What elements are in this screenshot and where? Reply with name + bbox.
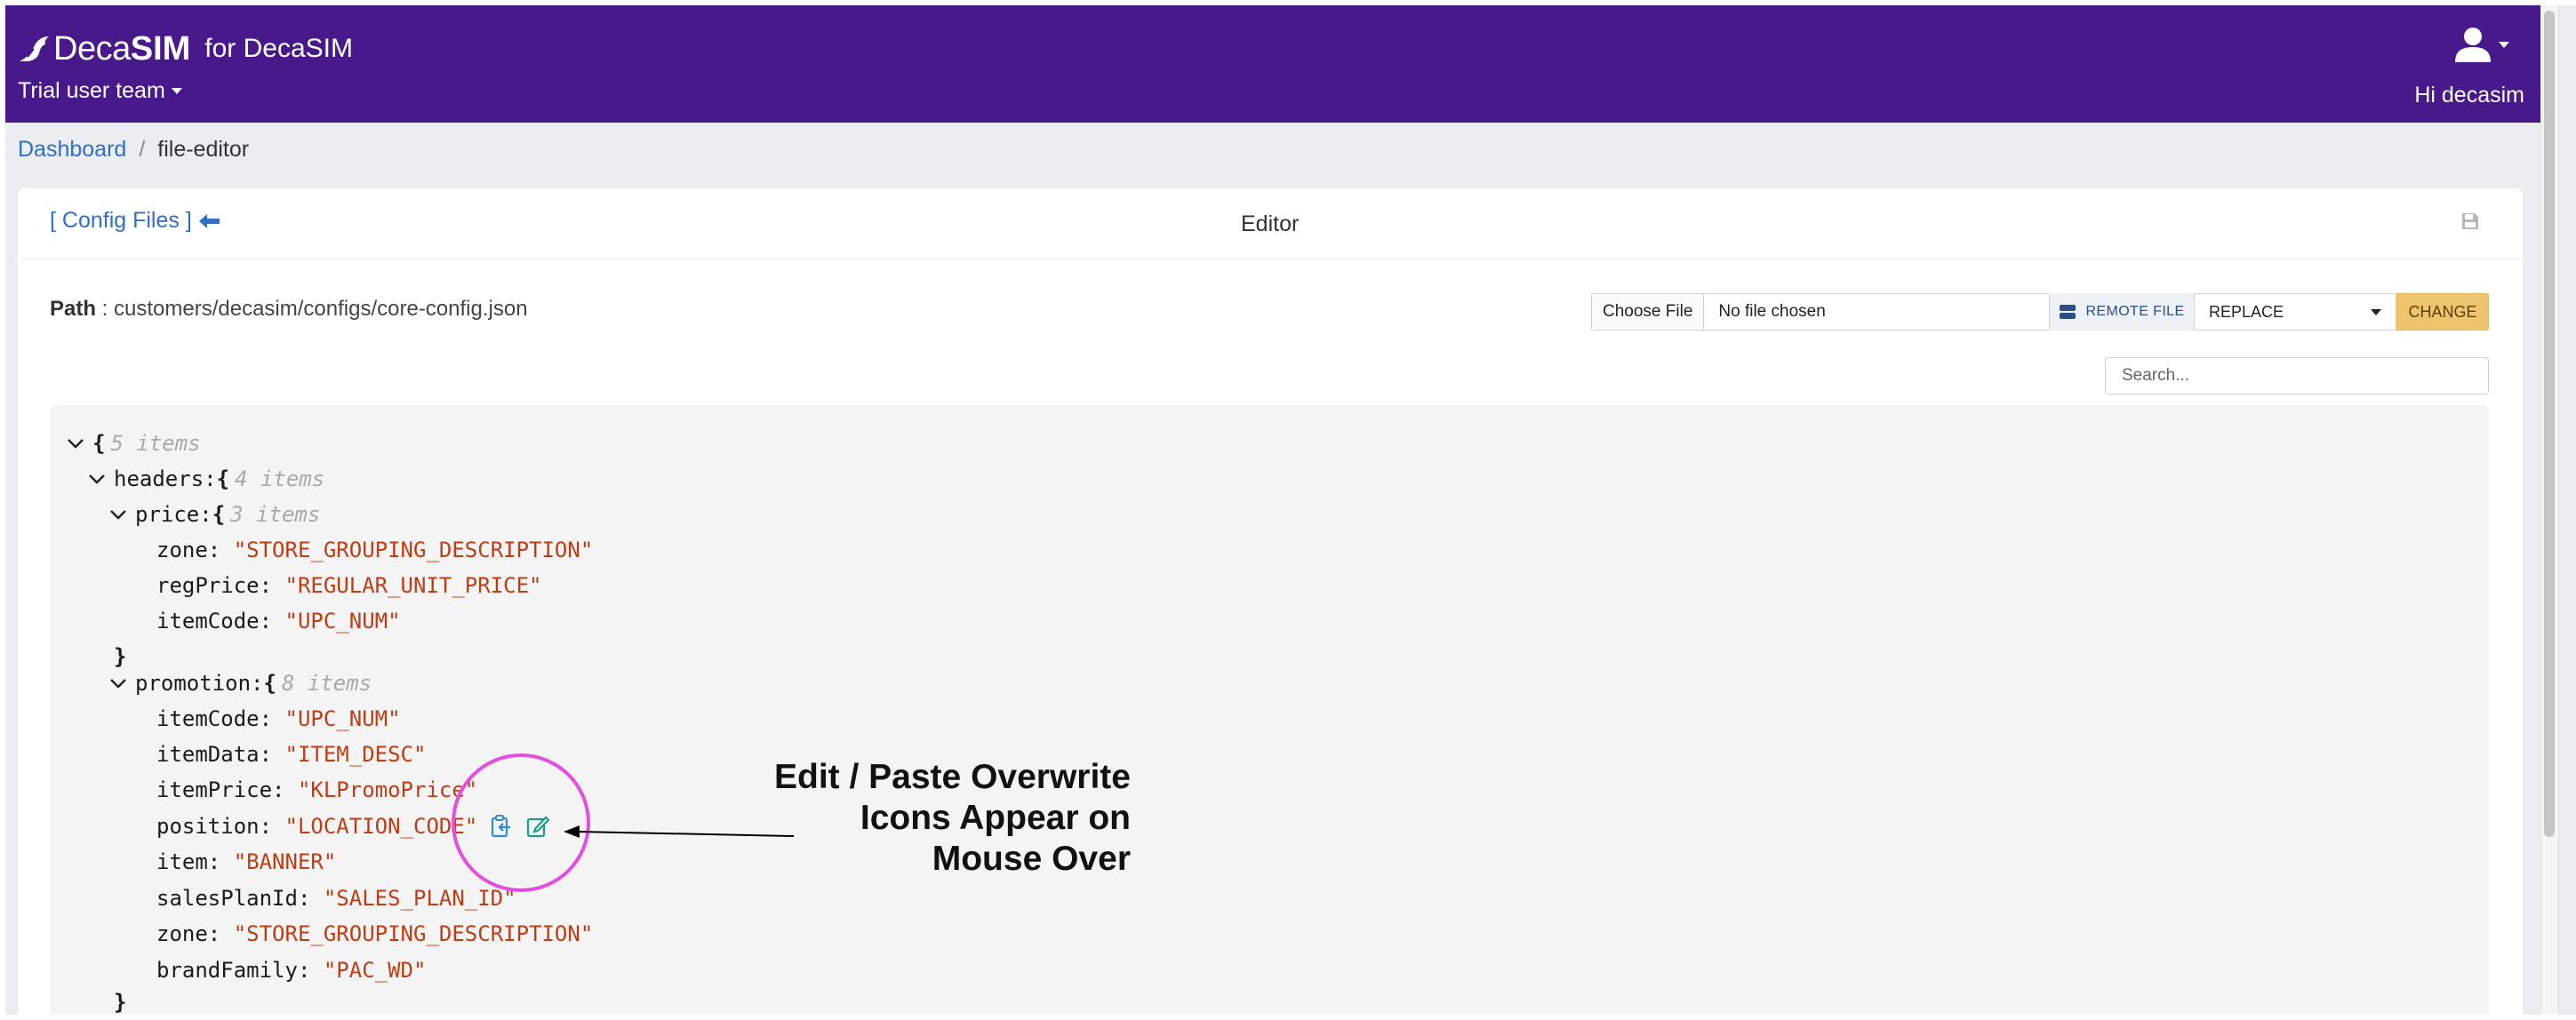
breadcrumb-dashboard-link[interactable]: Dashboard — [18, 137, 126, 163]
config-files-label: [ Config Files ] — [50, 208, 192, 233]
json-key: promotion: — [135, 671, 264, 696]
json-key: zone: — [156, 538, 234, 562]
chevron-down-icon[interactable] — [64, 432, 87, 455]
json-open-brace: { — [263, 671, 276, 696]
json-key: regPrice: — [156, 573, 285, 598]
chevron-down-icon[interactable] — [85, 467, 108, 490]
json-key: itemCode: — [156, 609, 285, 634]
user-greeting: Hi decasim — [2414, 83, 2524, 108]
json-key: itemPrice: — [156, 777, 298, 802]
json-key: itemCode: — [156, 706, 285, 731]
change-button[interactable]: CHANGE — [2396, 293, 2489, 331]
json-entry[interactable]: regPrice: "REGULAR_UNIT_PRICE" — [156, 568, 541, 603]
json-key: headers: — [114, 466, 217, 491]
chevron-down-icon — [2371, 308, 2381, 315]
user-menu-button[interactable] — [2453, 25, 2509, 64]
team-label: Trial user team — [18, 78, 165, 103]
scrollbar-thumb[interactable] — [2544, 11, 2555, 837]
top-navbar — [5, 5, 2540, 123]
json-entry[interactable]: zone: "STORE_GROUPING_DESCRIPTION" — [156, 532, 593, 568]
json-value: "STORE_GROUPING_DESCRIPTION" — [233, 538, 594, 562]
json-value: "KLPromoPrice" — [297, 777, 478, 802]
chevron-down-icon[interactable] — [107, 503, 130, 526]
file-input[interactable]: Choose File No file chosen — [1591, 293, 2050, 331]
mode-select[interactable]: REPLACE — [2194, 293, 2396, 331]
user-icon — [2455, 28, 2491, 62]
json-value: "BANNER" — [233, 849, 337, 874]
annotation-line: Mouse Over — [932, 840, 1131, 878]
annotation-line: Edit / Paste Overwrite — [774, 758, 1131, 796]
brand-sim-text: SIM — [130, 29, 191, 68]
choose-file-button[interactable]: Choose File — [1592, 294, 1705, 330]
path-label: Path — [50, 297, 97, 321]
annotation-line: Icons Appear on — [860, 799, 1131, 837]
json-value: "PAC_WD" — [323, 958, 427, 983]
chevron-down-icon — [2499, 41, 2509, 48]
json-entry[interactable]: brandFamily: "PAC_WD" — [156, 952, 426, 988]
config-files-back-link[interactable]: [ Config Files ] — [50, 208, 220, 234]
arrow-left-icon — [198, 213, 220, 228]
team-dropdown[interactable]: Trial user team — [18, 78, 182, 104]
json-root-node: { 5 items — [64, 426, 201, 461]
file-status: No file chosen — [1718, 302, 1826, 321]
file-path: Path : customers/decasim/configs/core-co… — [50, 297, 528, 322]
bird-icon — [20, 36, 49, 61]
json-close-brace: } — [114, 990, 127, 1015]
json-value: "REGULAR_UNIT_PRICE" — [284, 573, 542, 598]
json-value: "ITEM_DESC" — [284, 742, 427, 767]
json-entry[interactable]: salesPlanId: "SALES_PLAN_ID" — [156, 881, 516, 916]
brand-logo[interactable]: Deca SIM for DecaSIM — [18, 28, 353, 69]
remote-file-button[interactable]: REMOTE FILE — [2050, 293, 2194, 331]
json-item-count: 4 items — [235, 466, 325, 491]
json-item-count: 8 items — [281, 671, 372, 696]
json-open-brace: { — [212, 502, 226, 527]
search-input[interactable] — [2105, 357, 2489, 394]
json-value: "UPC_NUM" — [284, 609, 401, 634]
json-entry[interactable]: itemPrice: "KLPromoPrice" — [156, 772, 477, 808]
breadcrumb-separator: / — [139, 137, 146, 162]
breadcrumb: Dashboard / file-editor — [18, 137, 249, 163]
json-item-count: 3 items — [230, 502, 321, 527]
json-item-count: 5 items — [110, 431, 201, 456]
json-key: salesPlanId: — [156, 886, 324, 911]
json-key: zone: — [156, 921, 234, 946]
json-value: "SALES_PLAN_ID" — [323, 886, 516, 911]
json-entry[interactable]: itemCode: "UPC_NUM" — [156, 701, 401, 737]
json-value: "LOCATION_CODE" — [284, 814, 478, 839]
json-key: price: — [135, 502, 212, 527]
breadcrumb-current: file-editor — [157, 137, 250, 162]
brand-tagline: for DecaSIM — [204, 34, 353, 63]
editor-title: Editor — [1241, 211, 1300, 236]
json-key: itemData: — [156, 742, 285, 767]
json-promotion-node: promotion: { 8 items — [107, 665, 372, 701]
mode-select-value: REPLACE — [2209, 302, 2284, 321]
json-open-brace: { — [216, 466, 230, 491]
json-value: "STORE_GROUPING_DESCRIPTION" — [233, 921, 594, 946]
json-viewer: { 5 items headers: { 4 items price: { 3 … — [50, 405, 2489, 1020]
brand-deca-text: Deca — [53, 29, 131, 68]
remote-file-label: REMOTE FILE — [2085, 304, 2185, 319]
json-key: brandFamily: — [156, 958, 324, 983]
chevron-down-icon — [171, 88, 182, 94]
json-entry[interactable]: itemData: "ITEM_DESC" — [156, 737, 426, 772]
json-key: position: — [156, 814, 285, 839]
json-value: "UPC_NUM" — [284, 706, 401, 731]
path-value: : customers/decasim/configs/core-config.… — [96, 297, 528, 321]
highlight-circle — [452, 753, 590, 892]
json-entry[interactable]: zone: "STORE_GROUPING_DESCRIPTION" — [156, 916, 593, 952]
json-open-brace: { — [92, 431, 106, 456]
json-entry[interactable]: itemCode: "UPC_NUM" — [156, 603, 401, 639]
json-headers-node: headers: { 4 items — [85, 461, 324, 497]
annotation-text: Edit / Paste Overwrite Icons Appear on M… — [729, 757, 1131, 880]
json-key: item: — [156, 849, 234, 874]
json-entry[interactable]: item: "BANNER" — [156, 844, 336, 880]
json-price-node: price: { 3 items — [107, 497, 320, 532]
save-icon[interactable] — [2460, 211, 2480, 231]
database-icon — [2060, 305, 2076, 319]
chevron-down-icon[interactable] — [107, 672, 130, 695]
window-edge — [2558, 5, 2576, 1020]
